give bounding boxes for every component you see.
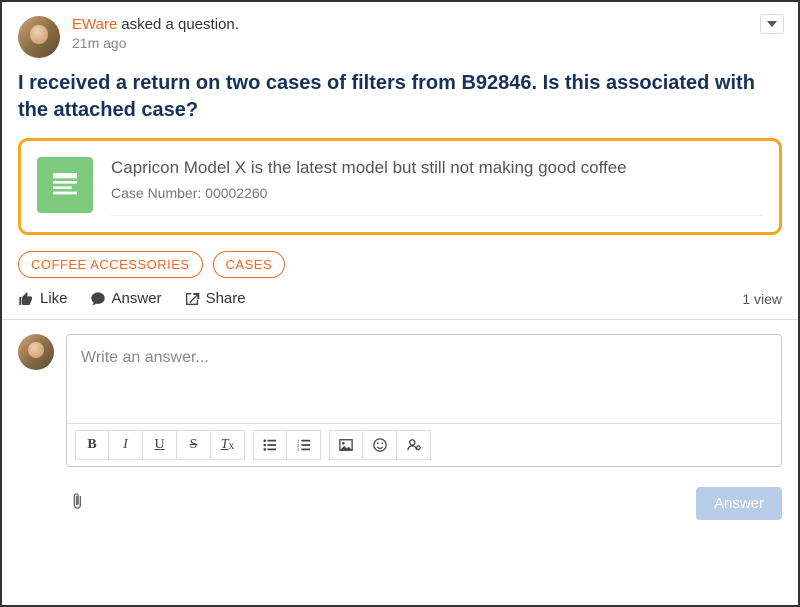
submit-answer-button[interactable]: Answer: [696, 487, 782, 520]
tag-coffee-accessories[interactable]: COFFEE ACCESSORIES: [18, 251, 203, 278]
bold-button[interactable]: B: [75, 430, 109, 460]
answer-input[interactable]: [67, 335, 781, 423]
tag-cases[interactable]: CASES: [213, 251, 286, 278]
image-button[interactable]: [329, 430, 363, 460]
mention-icon: [407, 438, 421, 452]
author-link[interactable]: EWare: [72, 16, 117, 33]
case-number-value: 00002260: [205, 185, 267, 201]
bullet-list-icon: [263, 438, 277, 452]
author-avatar[interactable]: [18, 16, 60, 58]
share-icon: [184, 291, 200, 307]
attachment-body: Capricon Model X is the latest model but…: [111, 157, 763, 216]
editor-toolbar: B I U S Tx 123: [67, 423, 781, 466]
answer-action[interactable]: Answer: [90, 290, 162, 307]
question-title: I received a return on two cases of filt…: [18, 70, 782, 124]
share-label: Share: [206, 290, 246, 307]
post-timestamp: 21m ago: [72, 35, 239, 51]
clear-format-button[interactable]: Tx: [211, 430, 245, 460]
post-container: EWare asked a question. 21m ago I receiv…: [2, 2, 798, 319]
number-list-button[interactable]: 123: [287, 430, 321, 460]
view-count: 1 view: [742, 291, 782, 307]
bullet-list-button[interactable]: [253, 430, 287, 460]
action-bar: Like Answer Share 1 view: [18, 290, 782, 319]
underline-button[interactable]: U: [143, 430, 177, 460]
mention-button[interactable]: [397, 430, 431, 460]
thumbs-up-icon: [18, 291, 34, 307]
strike-button[interactable]: S: [177, 430, 211, 460]
image-icon: [339, 438, 353, 452]
comment-icon: [90, 291, 106, 307]
svg-text:3: 3: [297, 447, 300, 452]
action-text: asked a question.: [121, 16, 239, 33]
tag-list: COFFEE ACCESSORIES CASES: [18, 251, 782, 278]
post-header: EWare asked a question. 21m ago: [18, 16, 782, 58]
italic-button[interactable]: I: [109, 430, 143, 460]
attachment-title: Capricon Model X is the latest model but…: [111, 157, 763, 179]
attached-case-card[interactable]: Capricon Model X is the latest model but…: [18, 138, 782, 235]
attach-button[interactable]: [68, 492, 86, 515]
like-label: Like: [40, 290, 68, 307]
case-number-label: Case Number:: [111, 185, 205, 201]
answer-label: Answer: [112, 290, 162, 307]
answer-composer: B I U S Tx 123: [2, 319, 798, 479]
post-menu-button[interactable]: [760, 14, 784, 34]
share-button[interactable]: Share: [184, 290, 246, 307]
composer-footer: Answer: [2, 479, 798, 534]
current-user-avatar[interactable]: [18, 334, 54, 370]
editor-container: B I U S Tx 123: [66, 334, 782, 467]
case-icon: [37, 157, 93, 213]
emoji-button[interactable]: [363, 430, 397, 460]
number-list-icon: 123: [297, 438, 311, 452]
post-meta: EWare asked a question. 21m ago: [72, 16, 239, 51]
like-button[interactable]: Like: [18, 290, 68, 307]
paperclip-icon: [68, 492, 86, 510]
emoji-icon: [373, 438, 387, 452]
chevron-down-icon: [767, 21, 777, 27]
